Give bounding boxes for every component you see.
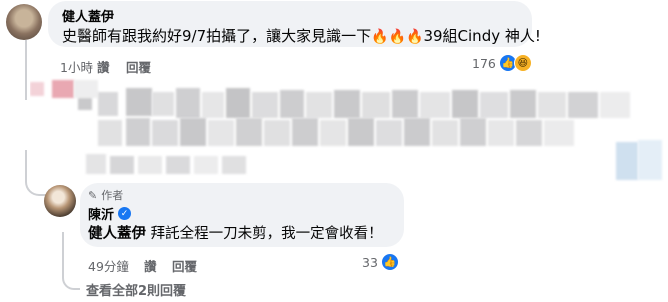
reply-author[interactable]: 陳沂 ✓ (88, 204, 132, 223)
thread-line (25, 40, 27, 100)
avatar[interactable] (44, 185, 76, 217)
reaction-summary[interactable]: 176 👍 😆 (472, 54, 532, 72)
like-button[interactable]: 讚 (97, 57, 110, 76)
verified-badge-icon: ✓ (118, 207, 132, 220)
view-all-replies-link[interactable]: 查看全部2則回覆 (86, 280, 186, 299)
fire-emoji-icon: 🔥🔥🔥 (371, 29, 424, 45)
haha-reaction-icon: 😆 (513, 54, 532, 72)
reply-button[interactable]: 回覆 (172, 256, 197, 275)
author-tag: ✎ 作者 (88, 188, 124, 203)
reply-button[interactable]: 回覆 (126, 57, 151, 76)
reply-text: 健人蓋伊 拜託全程一刀未剪，我一定會收看！ (88, 226, 383, 242)
reaction-count: 176 (472, 55, 496, 71)
comment-timestamp[interactable]: 1小時 (60, 57, 93, 76)
reaction-summary[interactable]: 33 👍 (362, 253, 399, 271)
thread-connector (62, 270, 80, 290)
comment-author[interactable]: 健人蓋伊 (62, 6, 114, 25)
thread-line (62, 232, 64, 272)
like-reaction-icon: 👍 (380, 253, 399, 271)
reaction-count: 33 (362, 254, 378, 270)
like-button[interactable]: 讚 (144, 256, 157, 275)
mention-link[interactable]: 健人蓋伊 (88, 226, 146, 242)
avatar[interactable] (6, 4, 42, 40)
reply-timestamp[interactable]: 49分鐘 (88, 256, 129, 275)
pen-icon: ✎ (88, 188, 98, 202)
comment-text: 史醫師有跟我約好9/7拍攝了，讓大家見識一下🔥🔥🔥39組Cindy 神人! (62, 27, 541, 45)
blurred-content (30, 78, 668, 182)
